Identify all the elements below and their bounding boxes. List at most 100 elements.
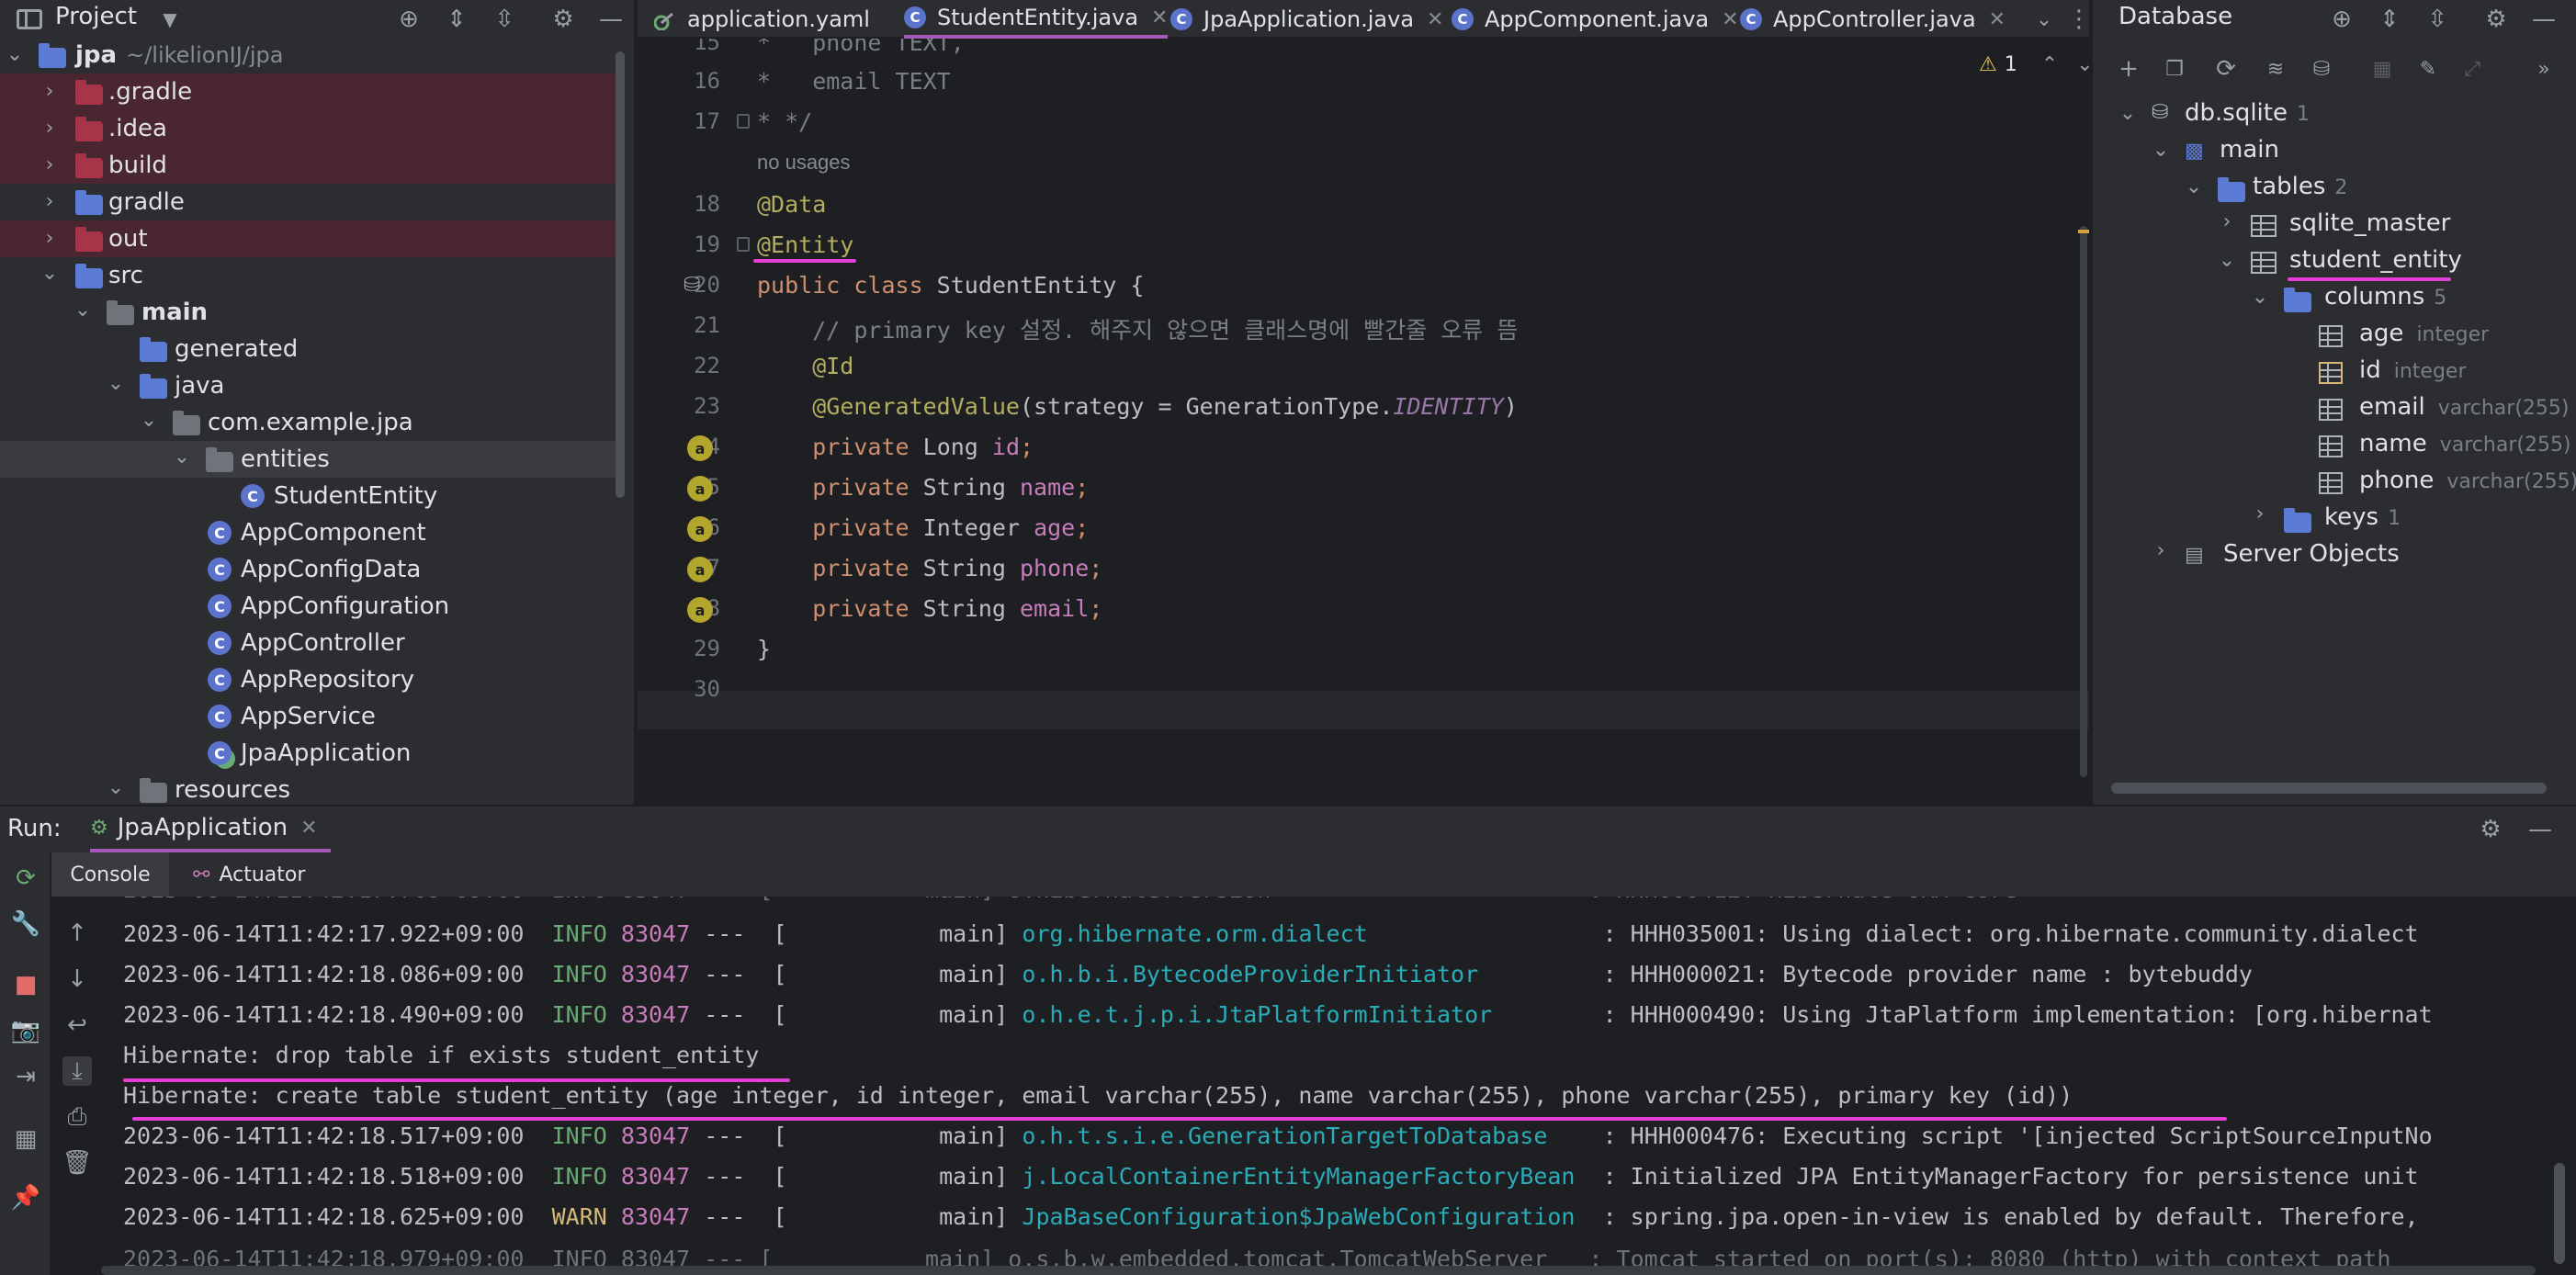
- wrench-icon[interactable]: 🔧: [11, 909, 40, 939]
- fold-icon[interactable]: [737, 114, 750, 129]
- tree-row-appcomponent[interactable]: C AppComponent: [0, 514, 617, 551]
- chevron-right-icon[interactable]: ›: [40, 155, 59, 175]
- db-column-id[interactable]: id integer: [2359, 356, 2467, 384]
- tree-row-gradle-cache[interactable]: › .gradle: [0, 73, 617, 110]
- annotation-icon[interactable]: a: [687, 516, 713, 542]
- tree-row-appservice[interactable]: C AppService: [0, 698, 617, 735]
- db-column-name[interactable]: name varchar(255): [2359, 430, 2571, 457]
- trash-icon[interactable]: 🗑: [62, 1148, 93, 1178]
- usage-hint[interactable]: no usages: [757, 151, 851, 175]
- tree-row-java[interactable]: ⌄ java: [0, 367, 617, 404]
- editor-scrollbar[interactable]: [2080, 226, 2087, 777]
- tree-row-jpa[interactable]: ⌄ jpa ~/likelionIJ/jpa: [0, 37, 617, 73]
- double-chevron-right-icon[interactable]: »: [2526, 51, 2561, 86]
- database-stop-icon[interactable]: ⛁: [2304, 51, 2339, 86]
- db-column-phone[interactable]: phone varchar(255): [2359, 467, 2576, 494]
- chevron-right-icon[interactable]: ›: [40, 118, 59, 139]
- scroll-to-end-icon[interactable]: ⤓: [62, 1056, 92, 1086]
- chevron-down-icon[interactable]: ⌄: [6, 45, 24, 65]
- tab-appcomponent-java[interactable]: C AppComponent.java ✕: [1452, 0, 1739, 39]
- jump-icon[interactable]: ⤢: [2455, 51, 2490, 86]
- chevron-down-icon[interactable]: ⌄: [40, 264, 59, 284]
- pin-icon[interactable]: 📌: [11, 1183, 40, 1213]
- tree-row-studententity[interactable]: C StudentEntity: [0, 478, 617, 514]
- chevron-down-icon[interactable]: ⌄: [2027, 2, 2062, 37]
- chevron-down-icon[interactable]: ⌄: [2185, 177, 2203, 197]
- tree-row-appcontroller[interactable]: C AppController: [0, 625, 617, 661]
- expand-all-icon[interactable]: ⇕: [439, 2, 474, 37]
- crosshair-icon[interactable]: ⊕: [391, 2, 426, 37]
- close-tab-icon[interactable]: ✕: [1151, 6, 1168, 29]
- tree-row-jpaapplication[interactable]: C JpaApplication: [0, 735, 617, 772]
- chevron-right-icon[interactable]: ›: [40, 82, 59, 102]
- db-column-age[interactable]: age integer: [2359, 320, 2489, 347]
- tree-row-main[interactable]: ⌄ main: [0, 294, 617, 331]
- log-logger[interactable]: j.LocalContainerEntityManagerFactoryBean: [1022, 1163, 1602, 1190]
- chevron-down-icon[interactable]: ⌄: [107, 778, 125, 798]
- refresh-icon[interactable]: ⟳: [2209, 51, 2243, 86]
- chevron-down-icon[interactable]: ⌄: [107, 374, 125, 394]
- log-logger[interactable]: o.h.e.t.j.p.i.JtaPlatformInitiator: [1022, 1001, 1602, 1028]
- crosshair-icon[interactable]: ⊕: [2324, 2, 2359, 37]
- close-tab-icon[interactable]: ✕: [1722, 8, 1738, 31]
- tab-application-yaml[interactable]: application.yaml: [653, 0, 870, 39]
- stop-icon[interactable]: ■: [11, 970, 40, 999]
- minimize-icon[interactable]: —: [2523, 812, 2558, 847]
- arrow-up-icon[interactable]: ↑: [62, 919, 92, 948]
- tree-row-gradle[interactable]: › gradle: [0, 184, 617, 220]
- database-entity-icon[interactable]: ⛁: [684, 274, 711, 298]
- tree-row-apprepository[interactable]: C AppRepository: [0, 661, 617, 698]
- tab-actuator[interactable]: ⚯ Actuator: [193, 852, 305, 897]
- db-node-keys[interactable]: keys 1: [2324, 503, 2401, 531]
- log-logger[interactable]: JpaBaseConfiguration$JpaWebConfiguration: [1022, 1203, 1602, 1230]
- database-panel-title[interactable]: Database: [2118, 3, 2232, 30]
- db-node-main[interactable]: main: [2220, 136, 2279, 164]
- gear-icon[interactable]: ⚙: [2473, 812, 2508, 847]
- table-view-icon[interactable]: ▦: [2365, 51, 2400, 86]
- close-tab-icon[interactable]: ✕: [300, 817, 317, 840]
- log-logger[interactable]: org.hibernate.orm.dialect: [1022, 920, 1602, 947]
- collapse-all-icon[interactable]: ⇳: [487, 2, 522, 37]
- log-logger[interactable]: o.h.b.i.BytecodeProviderInitiator: [1022, 961, 1602, 987]
- inspection-widget[interactable]: ⚠ 1 ⌃ ⌄: [1979, 53, 2089, 76]
- close-tab-icon[interactable]: ✕: [1989, 8, 2005, 31]
- db-node-columns[interactable]: columns 5: [2324, 283, 2446, 310]
- tree-row-entities[interactable]: ⌄ entities: [0, 441, 617, 478]
- chevron-down-icon[interactable]: ⌄: [173, 447, 191, 468]
- arrow-down-icon[interactable]: ↓: [62, 965, 92, 994]
- tree-row-build[interactable]: › build: [0, 147, 617, 184]
- project-panel-title[interactable]: Project: [55, 3, 137, 30]
- chevron-up-icon[interactable]: ⌃: [2041, 53, 2058, 76]
- chevron-down-icon[interactable]: ⌄: [2076, 53, 2089, 76]
- soft-wrap-icon[interactable]: ↩: [62, 1010, 92, 1040]
- chevron-down-icon[interactable]: ⌄: [2152, 141, 2170, 161]
- console-scrollbar-track[interactable]: [2548, 897, 2570, 1275]
- chevron-right-icon[interactable]: ›: [2152, 541, 2170, 561]
- add-icon[interactable]: +: [2111, 51, 2146, 86]
- tree-row-resources[interactable]: ⌄ resources: [0, 772, 617, 805]
- edit-icon[interactable]: ✎: [2411, 51, 2446, 86]
- schema-sync-icon[interactable]: ≋: [2258, 51, 2293, 86]
- chevron-down-icon[interactable]: ▼: [153, 2, 187, 37]
- db-node-student-entity[interactable]: student_entity: [2289, 246, 2462, 274]
- annotation-icon[interactable]: a: [687, 597, 713, 623]
- db-node-tables[interactable]: tables 2: [2253, 173, 2347, 200]
- project-scrollbar[interactable]: [616, 51, 625, 498]
- chevron-down-icon[interactable]: ⌄: [140, 411, 158, 431]
- chevron-down-icon[interactable]: ⌄: [2118, 104, 2137, 124]
- tree-row-idea[interactable]: › .idea: [0, 110, 617, 147]
- tab-appcontroller-java[interactable]: C AppController.java ✕: [1740, 0, 2005, 39]
- rerun-icon[interactable]: ⟳: [11, 863, 40, 893]
- layout-icon[interactable]: ▦: [11, 1124, 40, 1154]
- chevron-down-icon[interactable]: ⌄: [2251, 288, 2269, 308]
- console-output[interactable]: 2023-06-14T11:42:17.709+09:00 INFO 83047…: [101, 897, 2545, 1275]
- code-editor[interactable]: ⚠ 1 ⌃ ⌄ 15 16 17 18 19 20 21 22 23 24 25…: [638, 39, 2089, 805]
- annotation-icon[interactable]: a: [687, 557, 713, 582]
- annotation-id-icon[interactable]: a: [687, 435, 713, 461]
- log-logger[interactable]: o.h.t.s.i.e.GenerationTargetToDatabase: [1022, 1123, 1602, 1149]
- console-hscrollbar[interactable]: [101, 1266, 2536, 1275]
- exit-icon[interactable]: ⇥: [11, 1062, 40, 1091]
- gear-icon[interactable]: ⚙: [2479, 2, 2514, 37]
- chevron-down-icon[interactable]: ⌄: [2218, 251, 2236, 271]
- tab-console[interactable]: Console: [51, 852, 169, 897]
